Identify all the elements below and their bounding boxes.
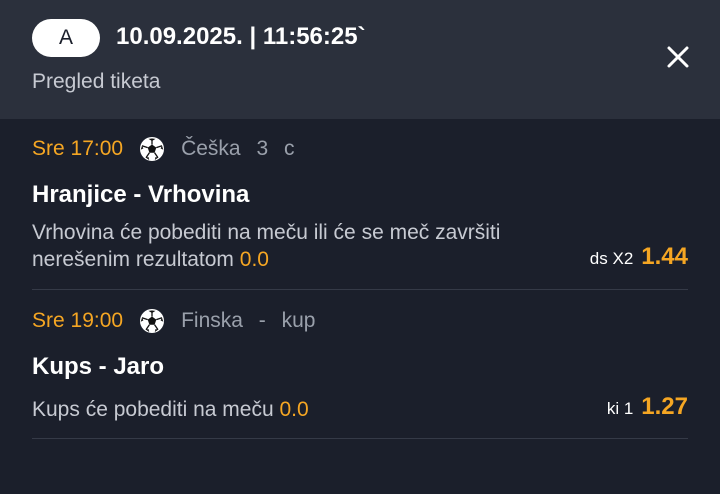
league-part: Češka xyxy=(181,137,241,160)
bet-odd: 1.27 xyxy=(641,393,688,420)
soccer-ball-icon xyxy=(140,309,165,333)
league-part: - xyxy=(258,309,266,332)
league-part: Finska xyxy=(181,309,243,332)
ticket-header: A 10.09.2025. | 11:56:25` Pregled tiketa xyxy=(0,0,720,119)
bet-pick: ds X2 xyxy=(589,249,634,268)
description-text: nerešenim rezultatom xyxy=(32,248,234,271)
bet-time: Sre 19:00 xyxy=(32,309,124,332)
bet-meta: Sre 19:00 Finska - kup xyxy=(32,307,325,335)
bet-meta: Sre 17:00 Češka 3 c xyxy=(32,135,304,163)
league-part: kup xyxy=(281,309,316,332)
bet-odds: ds X2 1.44 xyxy=(590,243,688,271)
divider xyxy=(32,438,688,439)
ticket-subtitle: Pregled tiketa xyxy=(32,70,161,93)
close-icon[interactable] xyxy=(664,43,692,71)
soccer-ball-icon xyxy=(140,137,165,161)
description-text: Kups će pobediti na meču xyxy=(32,398,274,421)
bet-match: Kups - Jaro xyxy=(32,353,165,380)
bet-odds: ki 1 1.27 xyxy=(607,393,688,421)
divider xyxy=(32,289,688,290)
description-line: nerešenim rezultatom 0.0 xyxy=(32,246,572,273)
league-part: 3 xyxy=(256,137,269,160)
description-line: Vrhovina će pobediti na meču ili će se m… xyxy=(32,221,501,244)
bet-odd: 1.44 xyxy=(641,243,688,270)
bet-league: Češka 3 c xyxy=(181,137,304,161)
description-line: Kups će pobediti na meču 0.0 xyxy=(32,396,572,423)
bet-match: Hranjice - Vrhovina xyxy=(32,181,250,208)
bet-description: Vrhovina će pobediti na meču ili će se m… xyxy=(32,219,572,273)
bet-time: Sre 17:00 xyxy=(32,137,124,160)
league-part: c xyxy=(283,137,295,160)
bet-pick: ki 1 xyxy=(606,399,634,418)
bet-league: Finska - kup xyxy=(181,309,325,333)
bet-value: 0.0 xyxy=(239,248,269,271)
ticket-datetime: 10.09.2025. | 11:56:25` xyxy=(116,23,366,50)
bet-description: Kups će pobediti na meču 0.0 xyxy=(32,396,572,423)
ticket-badge: A xyxy=(32,19,100,57)
bet-value: 0.0 xyxy=(279,398,309,421)
